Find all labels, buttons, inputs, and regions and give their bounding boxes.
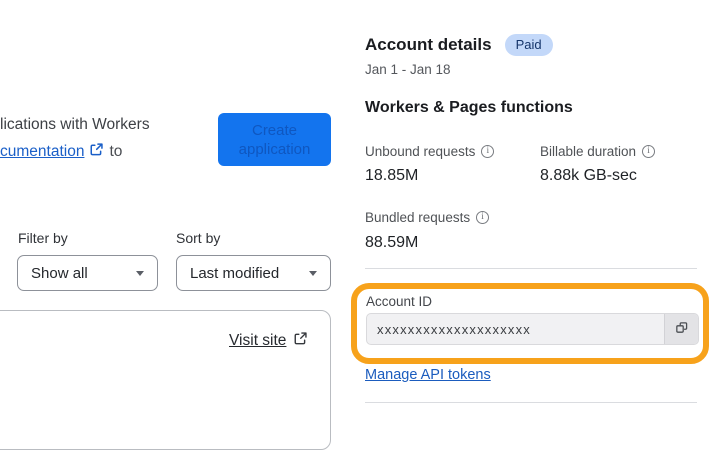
copy-button[interactable]: [664, 314, 698, 344]
stat-unbound-requests-label: Unbound requests i: [365, 144, 495, 159]
stat-billable-duration-value: 8.88k GB-sec: [540, 167, 637, 184]
intro-text-line2: cumentation to: [0, 142, 122, 162]
external-link-icon: [89, 142, 104, 162]
filter-dropdown[interactable]: Show all: [17, 255, 158, 291]
account-details-title: Account details: [365, 35, 492, 54]
external-link-icon: [293, 331, 308, 351]
account-id-label: Account ID: [366, 294, 433, 309]
stat-bundled-requests-value: 88.59M: [365, 234, 419, 251]
intro-text-line1: lications with Workers: [0, 116, 150, 133]
filter-by-label: Filter by: [18, 230, 68, 246]
chevron-down-icon: [309, 271, 317, 276]
filter-dropdown-value: Show all: [31, 264, 88, 282]
stat-billable-duration-label: Billable duration i: [540, 144, 656, 159]
account-id-input[interactable]: [367, 314, 664, 344]
documentation-link[interactable]: cumentation: [0, 143, 84, 161]
workers-pages-section-title: Workers & Pages functions: [365, 99, 573, 116]
stat-unbound-requests-value: 18.85M: [365, 167, 419, 184]
info-icon[interactable]: i: [481, 145, 495, 158]
stat-label-text: Bundled requests: [365, 210, 471, 225]
manage-api-tokens-link[interactable]: Manage API tokens: [365, 367, 491, 383]
copy-icon: [673, 319, 690, 339]
stat-bundled-requests-label: Bundled requests i: [365, 210, 490, 225]
sort-dropdown[interactable]: Last modified: [176, 255, 331, 291]
create-application-button[interactable]: Create application: [218, 113, 331, 166]
account-id-field-group: [366, 313, 699, 345]
stat-label-text: Unbound requests: [365, 144, 476, 159]
visit-site-link[interactable]: Visit site: [229, 331, 308, 351]
info-icon[interactable]: i: [476, 211, 490, 224]
sort-dropdown-value: Last modified: [190, 264, 280, 282]
date-range: Jan 1 - Jan 18: [365, 62, 451, 77]
chevron-down-icon: [136, 271, 144, 276]
sort-by-label: Sort by: [176, 230, 221, 246]
plan-badge: Paid: [504, 34, 553, 56]
intro-text-suffix: to: [109, 143, 123, 160]
divider: [365, 402, 697, 403]
info-icon[interactable]: i: [642, 145, 656, 158]
stat-label-text: Billable duration: [540, 144, 637, 159]
divider: [365, 268, 697, 269]
visit-site-label: Visit site: [229, 332, 287, 349]
